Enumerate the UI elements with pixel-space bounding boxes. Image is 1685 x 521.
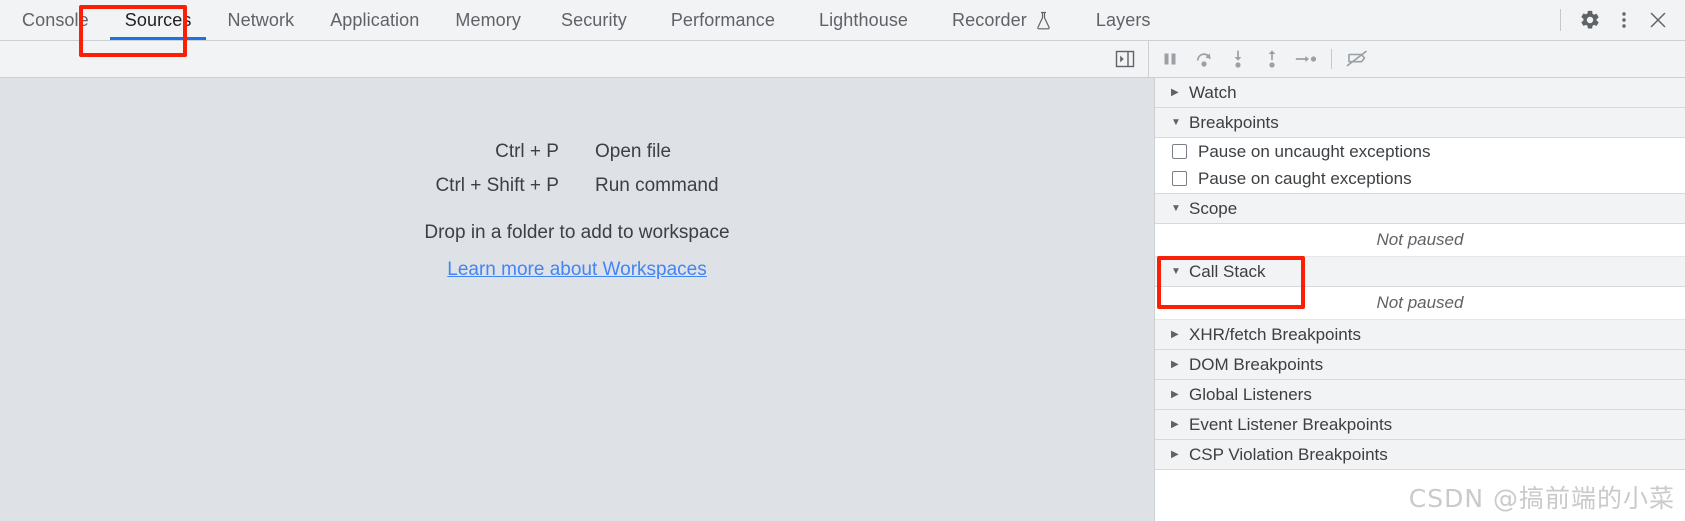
tab-label: Console bbox=[22, 9, 89, 30]
tab-label: Application bbox=[330, 9, 420, 30]
sidebar-section-dom-breakpoints[interactable]: ▶ DOM Breakpoints bbox=[1155, 350, 1685, 380]
close-icon[interactable] bbox=[1643, 5, 1673, 35]
sidebar-section-global-listeners[interactable]: ▶ Global Listeners bbox=[1155, 380, 1685, 410]
tab-label: Security bbox=[560, 9, 627, 30]
debugger-toolbar-divider bbox=[1331, 49, 1332, 69]
step-out-icon[interactable] bbox=[1257, 44, 1287, 74]
scope-empty-state: Not paused bbox=[1155, 224, 1685, 257]
section-label: Breakpoints bbox=[1189, 112, 1279, 132]
chevron-right-icon: ▶ bbox=[1171, 86, 1179, 98]
tab-list: Console Sources Network Application Memo… bbox=[0, 0, 1556, 40]
tab-network[interactable]: Network bbox=[209, 0, 312, 40]
tab-performance[interactable]: Performance bbox=[649, 0, 797, 40]
tab-label: Layers bbox=[1095, 9, 1151, 30]
sidebar-section-watch[interactable]: ▶ Watch bbox=[1155, 78, 1685, 108]
checkbox-label: Pause on uncaught exceptions bbox=[1198, 141, 1431, 161]
scope-empty-message: Not paused bbox=[1376, 230, 1464, 249]
step-over-icon[interactable] bbox=[1189, 44, 1219, 74]
chevron-right-icon: ▶ bbox=[1171, 328, 1179, 340]
chevron-right-icon: ▶ bbox=[1171, 448, 1179, 460]
sidebar-section-csp-violation-breakpoints[interactable]: ▶ CSP Violation Breakpoints bbox=[1155, 440, 1685, 470]
tab-label: Lighthouse bbox=[818, 9, 909, 30]
more-options-icon[interactable] bbox=[1609, 5, 1639, 35]
checkbox-label: Pause on caught exceptions bbox=[1198, 168, 1412, 188]
pause-on-uncaught-exceptions-row[interactable]: Pause on uncaught exceptions bbox=[1155, 138, 1685, 165]
sidebar-section-event-listener-breakpoints[interactable]: ▶ Event Listener Breakpoints bbox=[1155, 410, 1685, 440]
section-label: Global Listeners bbox=[1189, 384, 1312, 404]
shortcut-keys: Ctrl + P bbox=[495, 141, 559, 162]
pause-on-caught-exceptions-checkbox[interactable] bbox=[1172, 171, 1187, 186]
show-navigator-icon[interactable] bbox=[1110, 44, 1140, 74]
settings-gear-icon[interactable] bbox=[1575, 5, 1605, 35]
pause-on-uncaught-exceptions-checkbox[interactable] bbox=[1172, 144, 1187, 159]
tab-memory[interactable]: Memory bbox=[437, 0, 539, 40]
tab-label: Recorder bbox=[952, 9, 1027, 30]
breakpoint-options: Pause on uncaught exceptions Pause on ca… bbox=[1155, 138, 1685, 194]
section-label: Scope bbox=[1189, 198, 1238, 218]
sidebar-section-xhr-fetch-breakpoints[interactable]: ▶ XHR/fetch Breakpoints bbox=[1155, 320, 1685, 350]
shortcut-action: Run command bbox=[594, 174, 719, 196]
chevron-down-icon: ▼ bbox=[1171, 265, 1181, 277]
section-label: Event Listener Breakpoints bbox=[1189, 414, 1393, 434]
section-label: Call Stack bbox=[1189, 261, 1266, 281]
chevron-down-icon: ▼ bbox=[1171, 202, 1181, 214]
tab-console[interactable]: Console bbox=[4, 0, 107, 40]
tab-security[interactable]: Security bbox=[539, 0, 649, 40]
tab-label: Performance bbox=[670, 9, 775, 30]
sidebar-section-call-stack[interactable]: ▼ Call Stack bbox=[1155, 257, 1685, 287]
tab-label: Sources bbox=[124, 9, 192, 30]
toolbar-divider bbox=[1560, 9, 1561, 31]
pause-on-caught-exceptions-row[interactable]: Pause on caught exceptions bbox=[1155, 165, 1685, 192]
tab-label: Memory bbox=[455, 9, 521, 30]
section-label: Watch bbox=[1189, 82, 1237, 102]
flask-icon bbox=[1035, 11, 1052, 30]
tab-lighthouse[interactable]: Lighthouse bbox=[797, 0, 930, 40]
devtools-window: Console Sources Network Application Memo… bbox=[0, 0, 1685, 521]
chevron-right-icon: ▶ bbox=[1171, 358, 1179, 370]
sources-empty-state: Ctrl + P Open file Ctrl + Shift + P Run … bbox=[0, 78, 1154, 521]
sidebar-section-breakpoints[interactable]: ▼ Breakpoints bbox=[1155, 108, 1685, 138]
call-stack-empty-state: Not paused bbox=[1155, 287, 1685, 320]
shortcut-action: Open file bbox=[594, 141, 672, 162]
section-label: CSP Violation Breakpoints bbox=[1189, 444, 1388, 464]
tab-application[interactable]: Application bbox=[312, 0, 437, 40]
section-label: DOM Breakpoints bbox=[1189, 354, 1324, 374]
shortcut-row: Ctrl + P Open file bbox=[435, 135, 718, 169]
chevron-right-icon: ▶ bbox=[1171, 418, 1179, 430]
step-into-icon[interactable] bbox=[1223, 44, 1253, 74]
deactivate-breakpoints-icon[interactable] bbox=[1342, 44, 1372, 74]
panel-body: Ctrl + P Open file Ctrl + Shift + P Run … bbox=[0, 78, 1685, 521]
chevron-right-icon: ▶ bbox=[1171, 388, 1179, 400]
pause-script-execution-icon[interactable] bbox=[1155, 44, 1185, 74]
panel-toolbar bbox=[0, 41, 1685, 78]
chevron-down-icon: ▼ bbox=[1171, 116, 1181, 128]
call-stack-empty-message: Not paused bbox=[1376, 293, 1464, 312]
section-label: XHR/fetch Breakpoints bbox=[1189, 324, 1361, 344]
sources-toolbar bbox=[0, 41, 1148, 77]
tab-label: Network bbox=[227, 9, 295, 30]
drop-folder-hint: Drop in a folder to add to workspace bbox=[424, 222, 730, 244]
shortcut-row: Ctrl + Shift + P Run command bbox=[435, 169, 718, 203]
debugger-toolbar bbox=[1148, 41, 1685, 77]
shortcut-keys: Ctrl + Shift + P bbox=[435, 174, 559, 196]
devtools-tabbar: Console Sources Network Application Memo… bbox=[0, 0, 1685, 41]
tabbar-actions bbox=[1556, 0, 1685, 40]
debugger-sidebar: ▶ Watch ▼ Breakpoints Pause on uncaught … bbox=[1154, 78, 1685, 521]
tab-recorder[interactable]: Recorder bbox=[930, 0, 1074, 40]
tab-sources[interactable]: Sources bbox=[107, 0, 210, 40]
step-icon[interactable] bbox=[1291, 44, 1321, 74]
learn-more-workspaces-link[interactable]: Learn more about Workspaces bbox=[447, 259, 706, 281]
sidebar-section-scope[interactable]: ▼ Scope bbox=[1155, 194, 1685, 224]
shortcut-hints: Ctrl + P Open file Ctrl + Shift + P Run … bbox=[435, 135, 718, 202]
tab-layers[interactable]: Layers bbox=[1074, 0, 1173, 40]
